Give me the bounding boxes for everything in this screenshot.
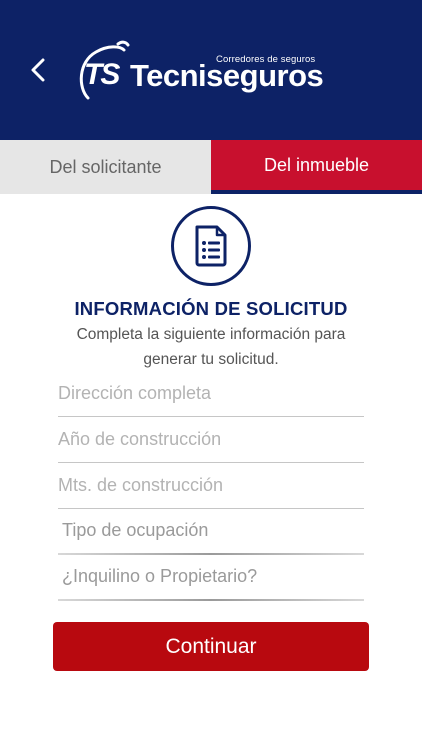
construction-year-input[interactable] (58, 417, 364, 462)
continue-button[interactable]: Continuar (53, 622, 369, 671)
occupancy-type-field: Tipo de ocupación (58, 509, 364, 555)
document-list-icon (195, 225, 227, 267)
form-icon-badge (171, 206, 251, 286)
form-subtitle: Completa la siguiente información para g… (76, 326, 346, 368)
construction-year-field (58, 417, 364, 463)
app-header: Corredores de seguros TS Tecniseguros (0, 0, 422, 140)
address-field (58, 371, 364, 417)
back-button[interactable] (26, 56, 50, 84)
tab-bar: Del solicitante Del inmueble (0, 140, 422, 194)
logo-name: Tecniseguros (130, 58, 324, 93)
chevron-left-icon (31, 58, 45, 82)
tenant-owner-underline (58, 599, 364, 601)
logo-monogram: TS (84, 58, 120, 91)
tab-del-solicitante[interactable]: Del solicitante (0, 140, 211, 194)
address-input[interactable] (58, 371, 364, 416)
occupancy-type-select[interactable]: Tipo de ocupación (62, 520, 208, 541)
form-title: INFORMACIÓN DE SOLICITUD (74, 298, 348, 319)
tenant-owner-select[interactable]: ¿Inquilino o Propietario? (62, 566, 257, 587)
tecniseguros-logo: Corredores de seguros TS Tecniseguros (78, 40, 358, 102)
construction-meters-input[interactable] (58, 463, 364, 508)
tab-del-inmueble[interactable]: Del inmueble (211, 140, 422, 194)
tenant-owner-field: ¿Inquilino o Propietario? (58, 555, 364, 601)
construction-meters-field (58, 463, 364, 509)
